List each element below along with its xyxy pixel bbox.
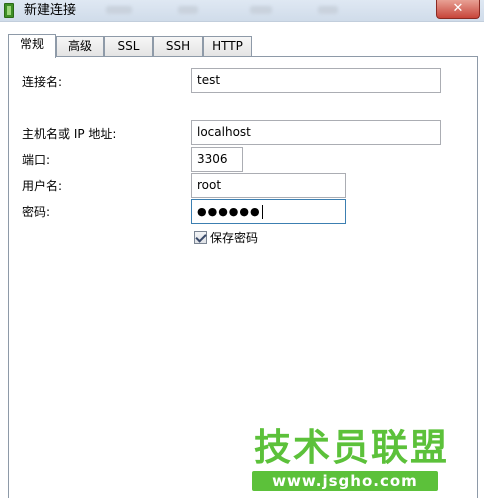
tab-ssl[interactable]: SSL	[104, 36, 153, 57]
save-password-checkbox[interactable]	[194, 231, 207, 244]
new-connection-dialog: 新建连接 ✕ 常规 高级 SSL SSH HTTP 连接名: test 主机名或…	[0, 0, 484, 498]
tab-advanced[interactable]: 高级	[56, 36, 104, 57]
port-input[interactable]: 3306	[191, 147, 243, 172]
close-icon: ✕	[452, 1, 464, 16]
connection-name-input[interactable]: test	[191, 68, 441, 93]
username-input[interactable]: root	[191, 173, 346, 198]
password-input[interactable]: ●●●●●●	[191, 199, 346, 224]
tab-ssh[interactable]: SSH	[153, 36, 203, 57]
blurred-menu-item	[178, 6, 198, 14]
blurred-menu-item	[106, 6, 132, 14]
watermark-title: 技术员联盟	[254, 426, 449, 469]
port-label: 端口:	[22, 153, 51, 167]
watermark-url: www.jsgho.com	[272, 472, 418, 490]
blurred-menu-item	[318, 6, 338, 14]
password-mask: ●●●●●●	[197, 205, 261, 218]
password-label: 密码:	[22, 205, 51, 219]
text-caret	[261, 204, 263, 219]
title-bar[interactable]: 新建连接 ✕	[0, 0, 484, 22]
close-button[interactable]: ✕	[436, 0, 480, 19]
window-title: 新建连接	[24, 3, 77, 18]
app-icon	[4, 3, 14, 18]
tab-general[interactable]: 常规	[8, 34, 56, 58]
save-password-label[interactable]: 保存密码	[210, 230, 258, 246]
host-input[interactable]: localhost	[191, 120, 441, 145]
blurred-menu-item	[250, 6, 272, 14]
host-label: 主机名或 IP 地址:	[22, 127, 117, 141]
tab-http[interactable]: HTTP	[203, 36, 252, 57]
username-label: 用户名:	[22, 179, 63, 193]
connection-name-label: 连接名:	[22, 75, 63, 89]
